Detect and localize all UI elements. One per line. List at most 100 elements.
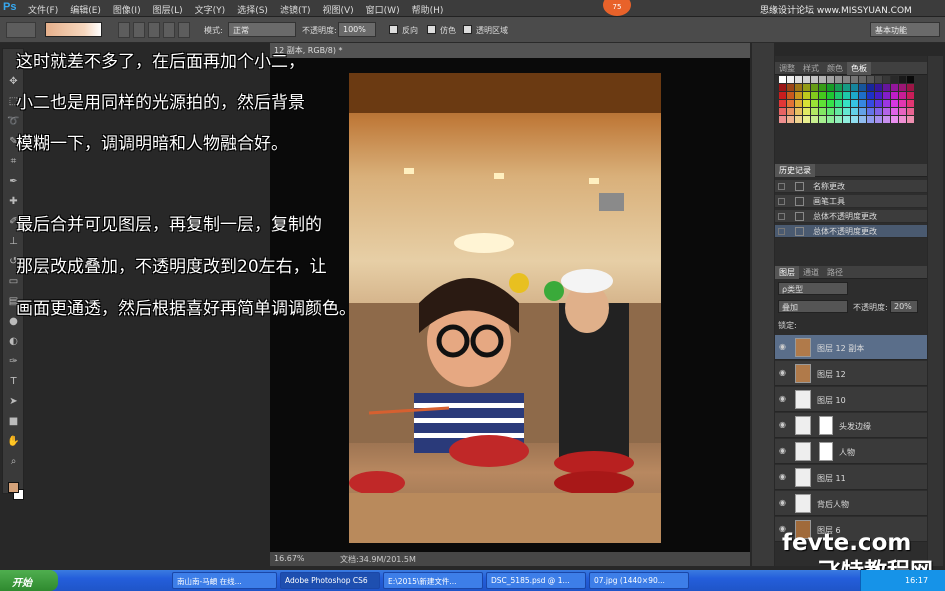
swatch-grid[interactable] <box>779 76 919 130</box>
diamond-gradient-button[interactable] <box>178 22 190 38</box>
color-swatch[interactable] <box>875 100 882 107</box>
history-item[interactable]: 总体不透明度更改 <box>775 210 927 223</box>
color-swatch[interactable] <box>883 116 890 123</box>
history-checkbox[interactable] <box>778 228 785 235</box>
menu-select[interactable]: 选择(S) <box>237 3 268 16</box>
menu-help[interactable]: 帮助(H) <box>412 3 444 16</box>
color-swatch[interactable] <box>851 116 858 123</box>
color-swatch[interactable] <box>811 84 818 91</box>
color-swatch[interactable] <box>827 100 834 107</box>
color-swatch[interactable] <box>787 116 794 123</box>
color-swatch[interactable] <box>883 100 890 107</box>
color-swatch[interactable] <box>835 76 842 83</box>
stamp-tool-icon[interactable]: ⊥ <box>7 235 20 248</box>
start-button[interactable]: 开始 <box>0 570 58 591</box>
move-tool-icon[interactable]: ✥ <box>7 75 20 88</box>
hand-tool-icon[interactable]: ✋ <box>7 435 20 448</box>
color-swatch[interactable] <box>907 92 914 99</box>
eyedropper-tool-icon[interactable]: ✒ <box>7 175 20 188</box>
opacity-input[interactable]: 100% <box>338 22 376 37</box>
layer-row[interactable]: ◉ 图层 11 <box>775 465 927 490</box>
zoom-level[interactable]: 16.67% <box>274 554 305 563</box>
color-swatch[interactable] <box>875 108 882 115</box>
color-swatch[interactable] <box>867 92 874 99</box>
color-swatch[interactable] <box>891 116 898 123</box>
color-swatch[interactable] <box>851 84 858 91</box>
color-swatch[interactable] <box>795 84 802 91</box>
color-swatch[interactable] <box>883 84 890 91</box>
visibility-eye-icon[interactable]: ◉ <box>779 499 788 507</box>
color-swatch[interactable] <box>851 92 858 99</box>
color-swatch[interactable] <box>875 76 882 83</box>
healing-tool-icon[interactable]: ✚ <box>7 195 20 208</box>
color-swatch[interactable] <box>795 76 802 83</box>
color-swatch[interactable] <box>891 92 898 99</box>
visibility-eye-icon[interactable]: ◉ <box>779 473 788 481</box>
layer-row[interactable]: ◉ 图层 10 <box>775 387 927 412</box>
color-swatch[interactable] <box>867 100 874 107</box>
menu-type[interactable]: 文字(Y) <box>195 3 226 16</box>
color-swatch[interactable] <box>795 100 802 107</box>
layer-filter-dropdown[interactable]: ρ类型 <box>778 282 848 295</box>
color-swatch[interactable] <box>795 116 802 123</box>
color-swatch[interactable] <box>907 108 914 115</box>
color-swatch[interactable] <box>779 100 786 107</box>
layer-mask-thumbnail[interactable] <box>819 416 833 435</box>
color-swatch[interactable] <box>811 76 818 83</box>
dither-checkbox[interactable] <box>427 25 436 34</box>
color-swatch[interactable] <box>787 92 794 99</box>
color-swatch[interactable] <box>867 116 874 123</box>
color-swatch[interactable] <box>899 116 906 123</box>
taskbar-button-photoshop[interactable]: Adobe Photoshop CS6 <box>280 572 380 589</box>
color-swatch[interactable] <box>899 100 906 107</box>
color-swatch[interactable] <box>827 108 834 115</box>
color-swatch[interactable] <box>803 100 810 107</box>
angle-gradient-button[interactable] <box>148 22 160 38</box>
color-swatch[interactable] <box>827 116 834 123</box>
history-checkbox[interactable] <box>778 213 785 220</box>
color-swatch[interactable] <box>835 100 842 107</box>
layer-row[interactable]: ◉ 图层 12 <box>775 361 927 386</box>
color-swatch[interactable] <box>835 108 842 115</box>
taskbar-button-psd[interactable]: DSC_5185.psd @ 1... <box>486 572 586 589</box>
color-swatch[interactable] <box>803 108 810 115</box>
color-swatch[interactable] <box>811 108 818 115</box>
color-swatch[interactable] <box>843 116 850 123</box>
color-swatch[interactable] <box>899 84 906 91</box>
pen-tool-icon[interactable]: ✑ <box>7 355 20 368</box>
visibility-eye-icon[interactable]: ◉ <box>779 447 788 455</box>
lasso-tool-icon[interactable]: ➰ <box>7 115 20 128</box>
color-swatch[interactable] <box>875 92 882 99</box>
color-swatch[interactable] <box>883 108 890 115</box>
color-swatch[interactable] <box>787 84 794 91</box>
color-swatch[interactable] <box>851 76 858 83</box>
linear-gradient-button[interactable] <box>118 22 130 38</box>
taskbar-button-jpg[interactable]: 07.jpg (1440×90... <box>589 572 689 589</box>
color-swatch[interactable] <box>843 84 850 91</box>
color-swatch[interactable] <box>859 116 866 123</box>
visibility-eye-icon[interactable]: ◉ <box>779 343 788 351</box>
color-swatch[interactable] <box>891 100 898 107</box>
menu-file[interactable]: 文件(F) <box>28 3 58 16</box>
color-swatch[interactable] <box>779 76 786 83</box>
color-swatch[interactable] <box>835 92 842 99</box>
tab-swatches[interactable]: 色板 <box>847 61 871 75</box>
color-swatch[interactable] <box>875 84 882 91</box>
crop-tool-icon[interactable]: ⌗ <box>7 155 20 168</box>
color-swatch[interactable] <box>867 84 874 91</box>
layer-row[interactable]: ◉ 头发边缘 <box>775 413 927 438</box>
menu-filter[interactable]: 滤镜(T) <box>280 3 311 16</box>
color-swatch[interactable] <box>867 76 874 83</box>
history-checkbox[interactable] <box>778 198 785 205</box>
layers-scrollbar[interactable] <box>928 56 943 566</box>
color-swatch[interactable] <box>819 76 826 83</box>
menu-layer[interactable]: 图层(L) <box>153 3 183 16</box>
color-swatch[interactable] <box>827 76 834 83</box>
color-swatch[interactable] <box>779 92 786 99</box>
color-swatch[interactable] <box>907 84 914 91</box>
color-swatch[interactable] <box>811 92 818 99</box>
color-swatch[interactable] <box>819 108 826 115</box>
visibility-eye-icon[interactable]: ◉ <box>779 395 788 403</box>
foreground-color-swatch[interactable] <box>8 482 19 493</box>
history-item[interactable]: 名称更改 <box>775 180 927 193</box>
